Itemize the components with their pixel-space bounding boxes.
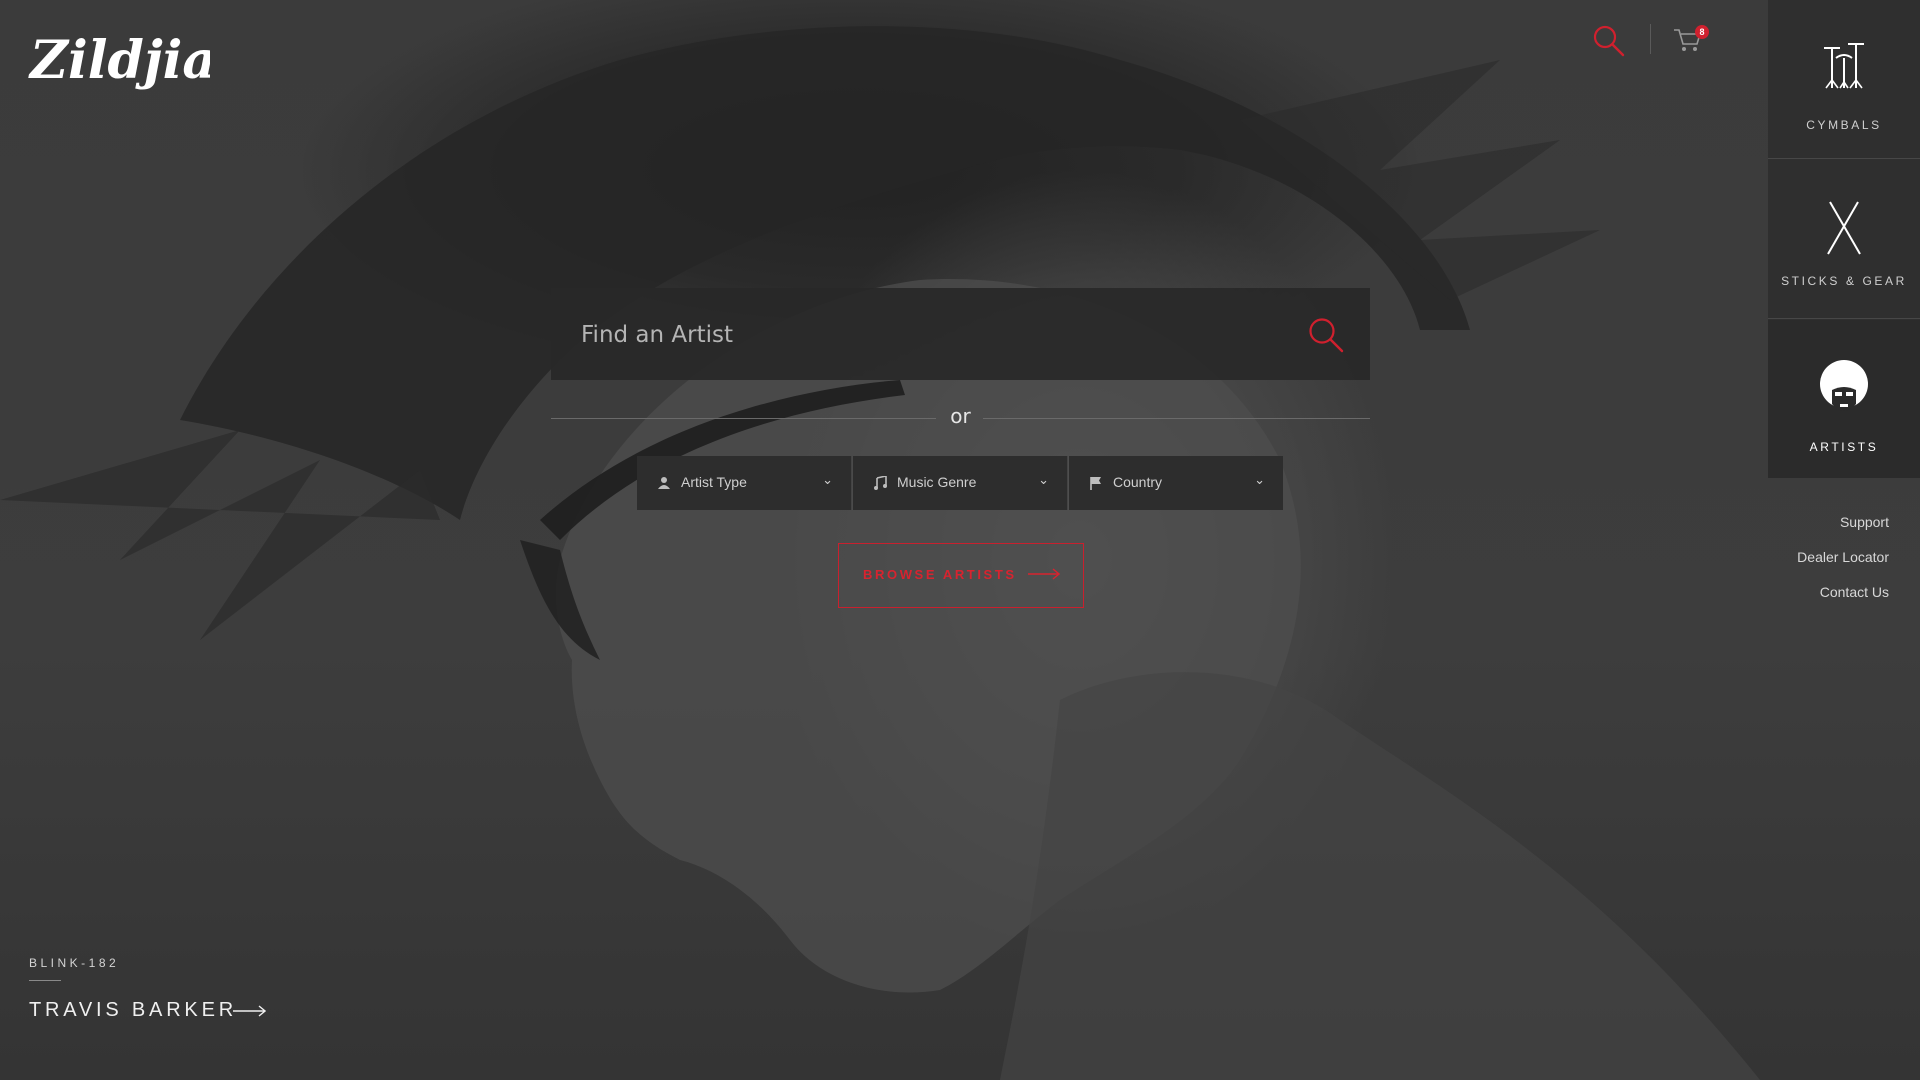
nav-item-artists[interactable]: ARTISTS bbox=[1768, 320, 1920, 478]
artist-search-input[interactable] bbox=[579, 314, 1283, 356]
artist-type-select[interactable]: Artist Type ⌄ bbox=[637, 456, 852, 510]
featured-artist-link[interactable]: TRAVIS BARKER bbox=[29, 999, 237, 1022]
nav-label-cymbals: CYMBALS bbox=[1806, 118, 1882, 132]
or-separator: or bbox=[551, 404, 1370, 434]
flag-icon bbox=[1090, 477, 1101, 490]
artist-type-label: Artist Type bbox=[681, 474, 747, 490]
support-link[interactable]: Support bbox=[1797, 514, 1889, 530]
arrow-right-icon bbox=[1028, 568, 1060, 580]
cart-count-badge: 8 bbox=[1695, 25, 1709, 39]
arrow-right-icon[interactable] bbox=[233, 1004, 266, 1018]
person-icon bbox=[658, 477, 670, 489]
search-icon bbox=[1309, 318, 1344, 353]
chevron-down-icon: ⌄ bbox=[1254, 472, 1265, 487]
side-navigation: CYMBALS STICKS & GEAR ARTISTS bbox=[1768, 0, 1920, 478]
music-note-icon bbox=[874, 476, 887, 490]
logo-text: Zildjian bbox=[28, 30, 210, 91]
hero-background-image bbox=[0, 0, 1920, 1080]
contact-us-link[interactable]: Contact Us bbox=[1797, 584, 1889, 600]
hero-photo-silhouette bbox=[0, 26, 1760, 1080]
nav-label-sticks-gear: STICKS & GEAR bbox=[1781, 274, 1907, 288]
cymbals-icon bbox=[1824, 43, 1864, 89]
nav-label-artists: ARTISTS bbox=[1809, 440, 1879, 454]
chevron-down-icon: ⌄ bbox=[1038, 472, 1049, 487]
browse-artists-label: BROWSE ARTISTS bbox=[863, 567, 1017, 582]
dealer-locator-link[interactable]: Dealer Locator bbox=[1797, 549, 1889, 565]
header-divider bbox=[1650, 24, 1651, 54]
nav-item-sticks-gear[interactable]: STICKS & GEAR bbox=[1768, 160, 1920, 319]
zildjian-logo[interactable]: Zildjian bbox=[28, 22, 254, 102]
search-icon bbox=[1593, 25, 1625, 57]
or-line-right bbox=[983, 418, 1370, 419]
artist-search-box bbox=[551, 288, 1370, 380]
artist-afro-icon bbox=[1820, 360, 1868, 411]
country-select[interactable]: Country ⌄ bbox=[1069, 456, 1283, 510]
chevron-down-icon: ⌄ bbox=[822, 472, 833, 487]
artist-filters: Artist Type ⌄ Music Genre ⌄ Country ⌄ bbox=[637, 456, 1283, 510]
music-genre-select[interactable]: Music Genre ⌄ bbox=[853, 456, 1068, 510]
country-label: Country bbox=[1113, 474, 1163, 490]
or-label: or bbox=[950, 404, 971, 428]
utility-links: Support Dealer Locator Contact Us bbox=[1797, 514, 1889, 619]
browse-artists-button[interactable]: BROWSE ARTISTS bbox=[838, 543, 1084, 608]
sticks-icon bbox=[1827, 201, 1861, 255]
music-genre-label: Music Genre bbox=[897, 474, 977, 490]
logo-wordmark: Zildjian bbox=[28, 30, 254, 91]
featured-band: BLINK-182 bbox=[29, 956, 120, 970]
nav-item-cymbals[interactable]: CYMBALS bbox=[1768, 0, 1920, 159]
artist-search-button[interactable] bbox=[1307, 316, 1345, 354]
caption-divider bbox=[29, 980, 61, 981]
header-search-button[interactable] bbox=[1592, 24, 1626, 58]
